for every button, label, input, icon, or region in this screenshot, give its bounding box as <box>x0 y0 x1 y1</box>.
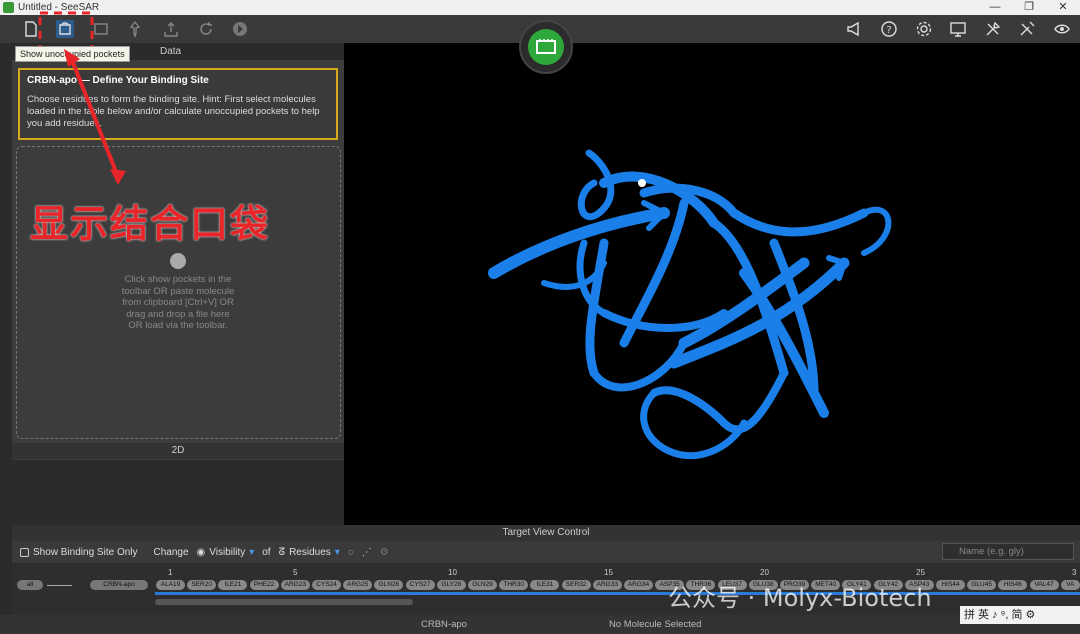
close-button[interactable]: ✕ <box>1046 0 1080 15</box>
refresh-icon[interactable] <box>197 20 215 38</box>
residue-pill[interactable]: ARG23 <box>280 580 310 590</box>
settings-small-icon[interactable]: ⚙ <box>380 547 389 558</box>
seq-number: 25 <box>916 568 925 577</box>
export-icon[interactable] <box>162 20 180 38</box>
tools-icon[interactable] <box>984 20 1002 38</box>
window-controls: — ❐ ✕ <box>978 0 1080 15</box>
visibility-label: Visibility <box>209 546 246 558</box>
sequence-line <box>155 592 1080 595</box>
search-placeholder: Name (e.g. gly) <box>959 546 1024 557</box>
residue-pill[interactable]: THR30 <box>499 580 529 590</box>
residue-pill[interactable]: ILE21 <box>218 580 248 590</box>
seq-number: 1 <box>168 568 173 577</box>
of-text: of <box>262 546 271 558</box>
chain-button[interactable]: CRBN-apo <box>90 580 148 590</box>
divider-line <box>47 585 72 586</box>
change-label: Change <box>154 547 189 558</box>
visibility-dropdown[interactable]: ◉ Visibility ▾ <box>197 547 255 558</box>
pocket-icon <box>170 253 186 269</box>
announce-icon[interactable] <box>845 20 863 38</box>
residue-pill[interactable]: CYS24 <box>312 580 341 590</box>
control-bar: Show Binding Site Only Change ◉ Visibili… <box>12 541 1080 563</box>
residue-pill[interactable]: VAL47 <box>1029 580 1059 590</box>
help-icon[interactable]: ? <box>880 20 898 38</box>
3d-viewer[interactable] <box>344 43 1080 525</box>
residue-pill[interactable]: ARG25 <box>343 580 373 590</box>
settings-gear-icon[interactable] <box>915 20 933 38</box>
drop-zone-text: Click show pockets in the toolbar OR pas… <box>121 274 235 331</box>
residue-pill[interactable]: GLN26 <box>374 580 404 590</box>
residues-label: Residues <box>289 546 331 558</box>
residue-pill[interactable]: PHE22 <box>249 580 279 590</box>
residues-dropdown[interactable]: ᘔ Residues ▾ <box>279 547 340 558</box>
status-selection: No Molecule Selected <box>609 619 702 630</box>
logo-icon <box>528 29 564 65</box>
annotation-arrow <box>64 49 126 185</box>
restore-button[interactable]: ❐ <box>1012 0 1046 15</box>
seq-number: 15 <box>604 568 613 577</box>
show-binding-site-toggle[interactable]: Show Binding Site Only <box>20 547 138 558</box>
sequence-scrollbar[interactable] <box>155 599 413 605</box>
panel-2d-header[interactable]: 2D <box>12 443 344 459</box>
binding-site-icon <box>20 547 29 557</box>
dots-icon[interactable]: ⋰ <box>362 547 372 558</box>
eye-icon[interactable] <box>1053 20 1071 38</box>
status-chain: CRBN-apo <box>421 619 467 630</box>
residue-pill[interactable]: ALA19 <box>156 580 185 590</box>
residue-pill[interactable]: GLN29 <box>468 580 497 590</box>
title-bar: Untitled - SeeSAR — ❐ ✕ <box>0 0 1080 15</box>
chevron-down-icon: ▾ <box>334 546 340 558</box>
app-icon <box>3 2 14 13</box>
residue-pill[interactable]: HIS46 <box>998 580 1028 590</box>
chevron-down-icon: ▾ <box>249 546 255 558</box>
residue-pill[interactable]: HIS44 <box>936 580 965 590</box>
of-label: of <box>262 547 270 558</box>
target-view-control-header: Target View Control <box>12 525 1080 541</box>
show-binding-site-label: Show Binding Site Only <box>33 546 138 558</box>
residue-search-input[interactable]: Name (e.g. gly) <box>942 543 1074 560</box>
residue-icon: ᘔ <box>278 546 286 558</box>
residue-pill[interactable]: GLY28 <box>436 580 466 590</box>
tab-data[interactable]: Data <box>160 46 181 57</box>
eye-small-icon: ◉ <box>196 546 206 558</box>
play-icon[interactable] <box>231 20 249 38</box>
ime-toolbar[interactable]: 拼 英 ♪ ⁹, 简 ⚙ <box>960 606 1080 624</box>
seq-number: 10 <box>448 568 457 577</box>
app-logo-button[interactable] <box>519 20 573 74</box>
all-chains-button[interactable]: all <box>17 580 43 590</box>
pin-icon[interactable] <box>126 20 144 39</box>
wrench-icon[interactable] <box>1018 20 1036 38</box>
residue-pill[interactable]: ILE31 <box>530 580 560 590</box>
residue-pill[interactable]: GLU45 <box>967 580 997 590</box>
svg-text:?: ? <box>886 25 891 36</box>
pocket-list-icon[interactable] <box>92 20 110 38</box>
status-bar: CRBN-apo No Molecule Selected <box>0 615 1080 634</box>
change-text: Change <box>153 546 189 558</box>
residue-pill[interactable]: ARG34 <box>624 580 653 590</box>
residue-pill[interactable]: VA <box>1060 580 1080 590</box>
monitor-icon[interactable] <box>949 20 967 38</box>
residue-pill[interactable]: ARG33 <box>592 580 622 590</box>
minimize-button[interactable]: — <box>978 0 1012 15</box>
watermark: 公众号 · Molyx-Biotech <box>668 584 932 612</box>
residue-pill[interactable]: SER20 <box>187 580 217 590</box>
annotation-text: 显示结合口袋 <box>30 202 271 246</box>
protein-ribbon <box>488 149 892 460</box>
reset-view-icon[interactable]: ◌ <box>348 547 354 558</box>
seq-number: 5 <box>293 568 298 577</box>
seq-number: 3 <box>1072 568 1077 577</box>
residue-pill[interactable]: CYS27 <box>405 580 435 590</box>
seq-number: 20 <box>760 568 769 577</box>
residue-pill[interactable]: SER32 <box>561 580 591 590</box>
